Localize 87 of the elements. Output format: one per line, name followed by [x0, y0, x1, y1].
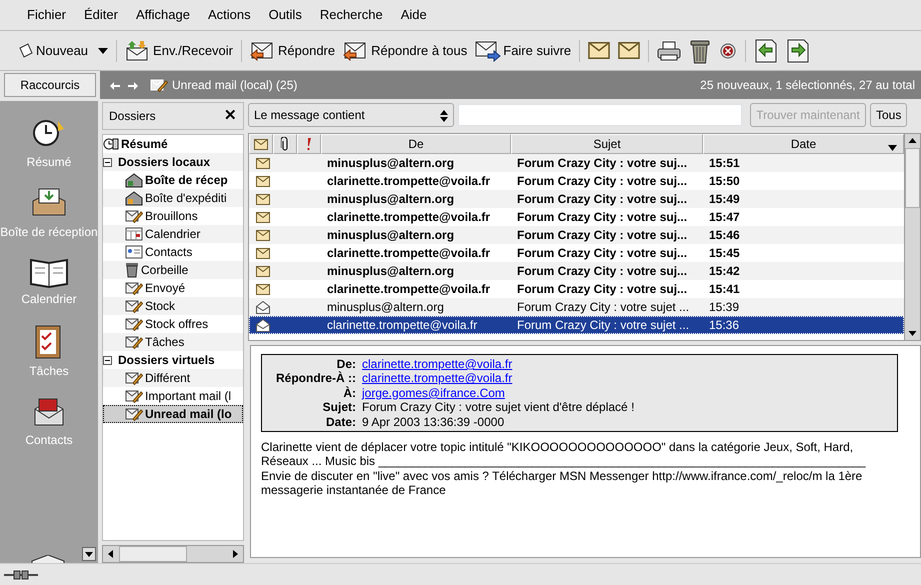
folder-item[interactable]: Résumé: [103, 135, 243, 153]
message-row[interactable]: clarinette.trompette@voila.fr Forum Crazy City : votre sujet ... 15:36: [249, 316, 904, 334]
trash-icon: [125, 262, 139, 278]
email-link[interactable]: clarinette.trompette@voila.fr: [362, 357, 512, 372]
toolbar-button[interactable]: Répondre: [246, 38, 340, 64]
horizontal-scrollbar[interactable]: [102, 545, 244, 563]
shortcuts-button[interactable]: Raccourcis: [4, 73, 96, 97]
previous-icon[interactable]: [754, 38, 778, 62]
mail-edit-icon: [125, 316, 143, 332]
folder-item[interactable]: Stock offres: [103, 315, 243, 333]
page-icon: [18, 42, 34, 59]
folder-item[interactable]: Contacts: [103, 243, 243, 261]
menu-item[interactable]: Affichage: [126, 7, 199, 23]
vertical-scrollbar[interactable]: [904, 134, 920, 340]
mail-edit-icon: [125, 280, 143, 296]
all-button[interactable]: Tous: [870, 103, 908, 127]
spinner-arrows-icon: [440, 108, 448, 122]
mail-icon[interactable]: [588, 42, 610, 60]
folder-item[interactable]: Boîte de récep: [103, 171, 243, 189]
menu-item[interactable]: Actions: [198, 7, 260, 23]
folder-item[interactable]: Tâches: [103, 333, 243, 351]
column-header[interactable]: Sujet: [511, 134, 703, 154]
column-header[interactable]: Date: [703, 134, 904, 154]
message-row[interactable]: clarinette.trompette@voila.fr Forum Crazy City : votre suj... 15:47: [249, 208, 904, 226]
folder-item[interactable]: Corbeille: [103, 261, 243, 279]
calendar-icon: [125, 226, 143, 242]
new-button[interactable]: Nouveau: [14, 40, 112, 61]
mail-edit-icon: [125, 208, 143, 224]
mail-edit-icon: [125, 406, 143, 422]
message-row[interactable]: minusplus@altern.org Forum Crazy City : votre sujet ... 15:39: [249, 298, 904, 316]
folder-item[interactable]: Envoyé: [103, 279, 243, 297]
folder-item[interactable]: Calendrier: [103, 225, 243, 243]
folder-item[interactable]: Important mail (l: [103, 387, 243, 405]
column-header[interactable]: De: [321, 134, 511, 154]
search-field[interactable]: [458, 104, 742, 126]
header-label: Sujet:: [322, 400, 357, 415]
message-row[interactable]: clarinette.trompette@voila.fr Forum Crazy City : votre suj... 15:45: [249, 244, 904, 262]
folder-item[interactable]: Dossiers locaux: [103, 153, 243, 171]
print-icon[interactable]: [657, 40, 682, 62]
message-row[interactable]: minusplus@altern.org Forum Crazy City : votre suj... 15:46: [249, 226, 904, 244]
message-count: 25 nouveaux, 1 sélectionnés, 27 au total: [700, 78, 915, 92]
header-value: Forum Crazy City : votre sujet vient d'être déplacé !: [362, 400, 634, 415]
mail-edit-icon: [125, 298, 143, 314]
message-body: Clarinette vient de déplacer votre topic intitulé "KIKOOOOOOOOOOOOOO" dans la catégorie Jeux, Soft, Hard, Réseaux ... Music bis _________________________________________________________________________ Envie de discuter en "live" avec vos amis ? Télécharger MSN Messenger http://www.ifrance.com/_reloc/m la 1ère messagerie instantanée de France: [261, 440, 867, 498]
menu-item[interactable]: Outils: [260, 7, 311, 23]
folder-item[interactable]: Stock: [103, 297, 243, 315]
header-label: De:: [336, 357, 357, 371]
mail-edit-icon: [125, 370, 143, 386]
menu-item[interactable]: Éditer: [75, 7, 127, 23]
menu-item[interactable]: Fichier: [18, 7, 76, 23]
email-link[interactable]: clarinette.trompette@voila.fr: [362, 371, 512, 386]
folder-item[interactable]: Différent: [103, 369, 243, 387]
message-row[interactable]: clarinette.trompette@voila.fr Forum Crazy City : votre suj... 15:50: [249, 172, 904, 190]
toolbar-button[interactable]: Env./Recevoir: [121, 38, 238, 64]
menu-item[interactable]: Aide: [392, 7, 436, 23]
mail-edit-icon: [125, 334, 143, 350]
folder-item[interactable]: Unread mail (lo: [103, 405, 243, 423]
attachment-column-icon[interactable]: [273, 134, 297, 154]
message-row[interactable]: minusplus@altern.org Forum Crazy City : votre suj... 15:42: [249, 262, 904, 280]
scroll-down-icon[interactable]: [82, 547, 96, 561]
folder-item[interactable]: Dossiers virtuels: [103, 351, 243, 369]
mail-stack-icon[interactable]: [618, 42, 640, 60]
message-row[interactable]: minusplus@altern.org Forum Crazy City : votre suj... 15:49: [249, 190, 904, 208]
toolbar-button[interactable]: Faire suivre: [471, 38, 576, 64]
toolbar-button[interactable]: Répondre à tous: [339, 38, 472, 64]
header-label: Date:: [324, 414, 357, 429]
pane-title: Dossiers: [109, 108, 156, 124]
status-column-icon[interactable]: [249, 134, 273, 154]
folder-title: Unread mail (local) (25): [172, 78, 298, 92]
priority-column-icon[interactable]: [297, 134, 321, 154]
header-value: 9 Apr 2003 13:36:39 -0000: [362, 414, 504, 429]
close-button[interactable]: ✕: [224, 107, 237, 125]
message-row[interactable]: clarinette.trompette@voila.fr Forum Crazy City : votre suj... 15:41: [249, 280, 904, 298]
folder-item[interactable]: Boîte d'expéditi: [103, 189, 243, 207]
trash-icon[interactable]: [689, 38, 712, 64]
menu-item[interactable]: Recherche: [310, 7, 392, 23]
forward-mail-icon: [475, 40, 502, 62]
message-row[interactable]: minusplus@altern.org Forum Crazy City : votre suj... 15:51: [249, 154, 904, 172]
next-icon[interactable]: [786, 38, 810, 62]
folder-item[interactable]: Brouillons: [103, 207, 243, 225]
criterion-dropdown[interactable]: Le message contient: [248, 103, 454, 127]
contact-card-icon: [125, 244, 143, 260]
cancel-icon[interactable]: [719, 42, 738, 60]
header-label: À:: [342, 386, 357, 400]
mail-edit-icon: [125, 388, 143, 404]
email-link[interactable]: jorge.gomes@ifrance.Com: [362, 386, 505, 400]
header-label: Répondre-À ::: [275, 371, 357, 386]
